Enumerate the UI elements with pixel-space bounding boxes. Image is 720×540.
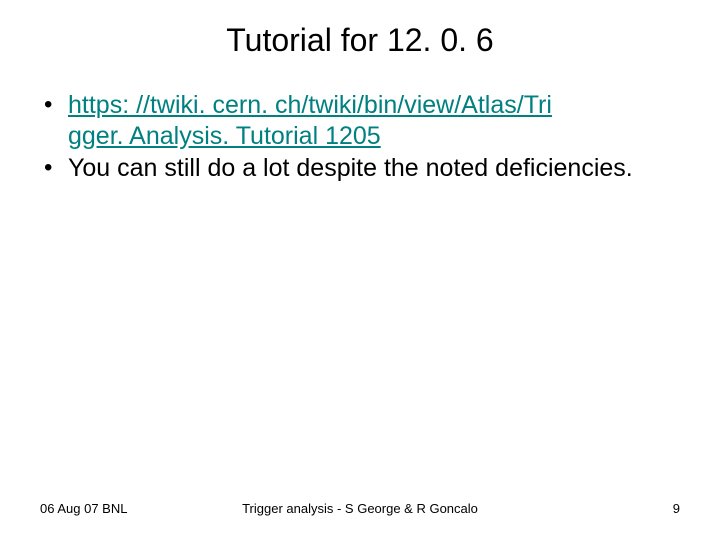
link-text-line2: gger. Analysis. Tutorial 1205 — [68, 122, 381, 150]
bullet-item-text: You can still do a lot despite the noted… — [40, 153, 680, 184]
slide-number: 9 — [673, 501, 680, 516]
slide-body: https: //twiki. cern. ch/twiki/bin/view/… — [40, 90, 680, 186]
bullet-list: https: //twiki. cern. ch/twiki/bin/view/… — [40, 90, 680, 184]
footer-authors: Trigger analysis - S George & R Goncalo — [40, 501, 680, 516]
slide-title: Tutorial for 12. 0. 6 — [0, 22, 720, 59]
link-text-line1: https: //twiki. cern. ch/twiki/bin/view/… — [68, 91, 552, 119]
slide: Tutorial for 12. 0. 6 https: //twiki. ce… — [0, 0, 720, 540]
tutorial-link[interactable]: https: //twiki. cern. ch/twiki/bin/view/… — [68, 91, 552, 150]
bullet-item-link: https: //twiki. cern. ch/twiki/bin/view/… — [40, 90, 680, 151]
